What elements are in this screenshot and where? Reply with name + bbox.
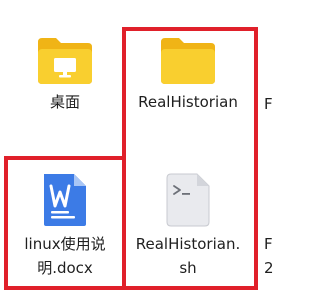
desktop: 桌面 RealHistorian linux使用说 明.docx RealHis… xyxy=(0,0,274,306)
cut-off-label-row2-line2: 2 xyxy=(264,259,274,277)
desktop-folder-label: 桌面 xyxy=(49,93,80,111)
realhistorian-folder-label: RealHistorian xyxy=(138,93,238,111)
linux-doc-label-line1: linux使用说 xyxy=(24,235,106,253)
realhistorian-script-label-line1: RealHistorian. xyxy=(135,235,241,253)
shell-script-icon xyxy=(166,173,210,227)
cut-off-label-row1: F xyxy=(264,95,273,113)
folder-icon xyxy=(161,38,215,84)
word-document-icon xyxy=(44,174,86,226)
realhistorian-folder-item[interactable]: RealHistorian xyxy=(128,30,248,120)
linux-doc-label-line2: 明.docx xyxy=(37,259,93,277)
realhistorian-script-item[interactable]: RealHistorian. sh xyxy=(128,168,248,288)
realhistorian-script-label-line2: sh xyxy=(179,259,197,277)
linux-doc-item[interactable]: linux使用说 明.docx xyxy=(10,168,120,288)
cut-off-label-row2-line1: F xyxy=(264,235,273,253)
desktop-folder-item[interactable]: 桌面 xyxy=(20,30,110,120)
desktop-folder-icon xyxy=(38,38,92,84)
